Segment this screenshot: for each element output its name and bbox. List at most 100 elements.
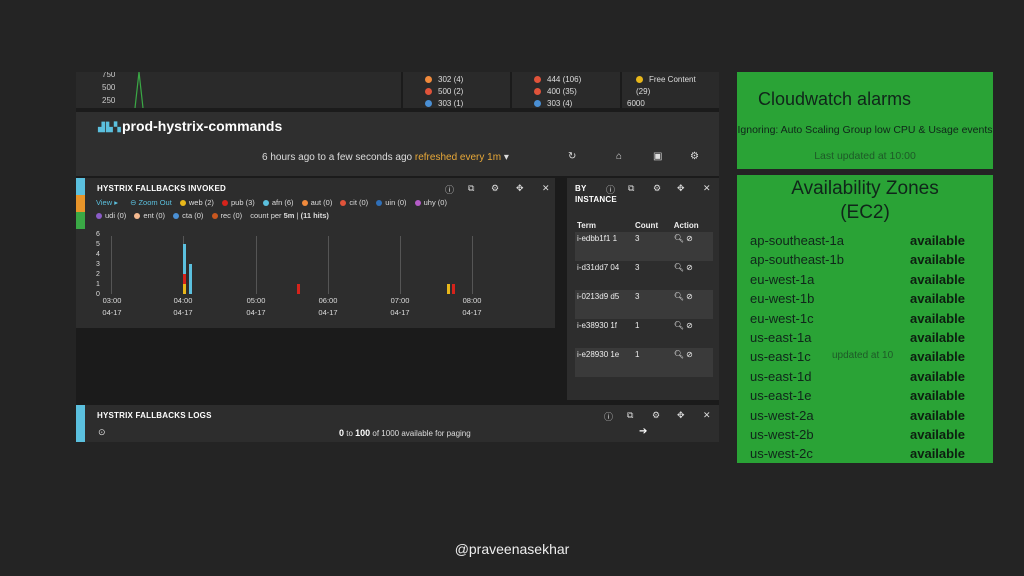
filter-out-icon[interactable]: ⊘ (686, 263, 693, 272)
home-icon[interactable]: ⌂ (616, 151, 622, 162)
hit-count: (11 hits) (300, 211, 329, 220)
move-icon[interactable]: ✥ (516, 183, 524, 194)
info-icon[interactable]: ⓘ (604, 410, 613, 423)
column-header[interactable]: Term (575, 218, 633, 232)
legend-label: uhy (0) (423, 198, 447, 207)
magnify-icon[interactable]: 🔍︎ (674, 350, 684, 359)
zone-name: us-west-2a (750, 408, 814, 423)
legend-item[interactable]: uin (0) (370, 198, 407, 207)
close-icon[interactable]: ✕ (542, 183, 550, 194)
filter-out-icon[interactable]: ⊘ (686, 350, 693, 359)
count-per-interval[interactable]: 5m (284, 211, 295, 220)
count-per-text: count per 5m | (11 hits) (250, 211, 329, 220)
zone-status: available (910, 388, 965, 403)
chart-bar[interactable] (189, 264, 192, 294)
legend-item[interactable]: afn (6) (257, 198, 294, 207)
x-tick-time: 03:00 (102, 296, 122, 305)
gear-icon[interactable]: ⚙ (491, 183, 499, 194)
legend-item[interactable]: rec (0) (206, 211, 242, 220)
legend-dot (425, 76, 432, 84)
save-icon[interactable]: ▣ (653, 151, 662, 162)
y-tick: 1 (96, 281, 100, 288)
legend-dot (222, 200, 228, 207)
legend-value: (29) (636, 87, 651, 96)
y-tick: 250 (102, 96, 116, 105)
chart-bar[interactable] (297, 284, 300, 294)
zone-row: us-west-2a available (750, 408, 986, 423)
legend-item[interactable]: 500 (2) (425, 87, 463, 96)
dashboard-title[interactable]: prod-hystrix-commands (122, 118, 282, 134)
magnify-icon[interactable]: 🔍︎ (674, 234, 684, 243)
y-tick: 5 (96, 241, 100, 248)
x-tick: 05:00 04-17 (236, 296, 276, 317)
zoom-out-link[interactable]: ⊖ Zoom Out (130, 198, 172, 207)
copy-icon[interactable]: ⧉ (468, 183, 474, 194)
count-per-prefix: count per (250, 211, 284, 220)
chart-bar[interactable] (183, 274, 186, 284)
legend-item[interactable]: web (2) (174, 198, 214, 207)
copy-icon[interactable]: ⧉ (628, 183, 634, 194)
chevron-down-icon: ▾ (503, 152, 509, 163)
move-icon[interactable]: ✥ (677, 410, 685, 421)
magnify-icon[interactable]: 🔍︎ (674, 292, 684, 301)
magnify-icon[interactable]: 🔍︎ (674, 263, 684, 272)
legend-item[interactable]: aut (0) (296, 198, 333, 207)
slide: 750 500 250 302 (4) 500 (2) 303 (1) 444 … (0, 0, 1024, 576)
view-link[interactable]: View ▸ (96, 198, 118, 207)
legend-item[interactable]: 302 (4) (425, 75, 463, 84)
arrow-right-icon[interactable]: ➔ (639, 426, 647, 437)
count-cell: 3 (633, 261, 672, 290)
cloudwatch-updated: Last updated at 10:00 (814, 150, 916, 162)
legend-item[interactable]: ent (0) (128, 211, 165, 220)
legend-item[interactable]: 444 (106) (534, 75, 581, 84)
copy-icon[interactable]: ⧉ (627, 410, 633, 421)
column-header[interactable]: Count (633, 218, 672, 232)
info-icon[interactable]: ⓘ (445, 183, 454, 196)
zone-status: available (910, 252, 965, 267)
kibana-screenshot: 750 500 250 302 (4) 500 (2) 303 (1) 444 … (76, 72, 719, 442)
legend-dot (636, 76, 643, 84)
legend-label: aut (0) (310, 198, 333, 207)
close-icon[interactable]: ✕ (703, 410, 711, 421)
legend-item[interactable]: cit (0) (334, 198, 368, 207)
chart-bar[interactable] (452, 284, 455, 294)
legend-label: 302 (4) (438, 75, 464, 84)
legend-item[interactable]: udi (0) (96, 211, 126, 220)
zone-status: available (910, 349, 965, 364)
legend-label: web (2) (188, 198, 214, 207)
zone-row: eu-west-1b available (750, 291, 986, 306)
legend-dot (534, 76, 541, 84)
cloudwatch-card: Cloudwatch alarms Ignoring: Auto Scaling… (737, 72, 993, 169)
time-filter[interactable]: 6 hours ago to a few seconds ago refresh… (262, 152, 509, 163)
legend-item[interactable]: 303 (1) (425, 99, 463, 108)
filter-out-icon[interactable]: ⊘ (686, 292, 693, 301)
y-tick: 6 (96, 231, 100, 238)
expand-icon[interactable]: ⊙ (98, 427, 106, 438)
legend-item[interactable]: Free Content (636, 75, 696, 84)
close-icon[interactable]: ✕ (703, 183, 711, 194)
legend-item[interactable]: uhy (0) (409, 198, 447, 207)
legend-item[interactable]: 400 (35) (534, 87, 577, 96)
zone-row: eu-west-1a available (750, 272, 986, 287)
chart-bar[interactable] (447, 284, 450, 294)
column-header[interactable]: Action (672, 218, 713, 232)
filter-out-icon[interactable]: ⊘ (686, 321, 693, 330)
chart-bar[interactable] (183, 244, 186, 274)
refresh-icon[interactable]: ↻ (568, 151, 576, 162)
legend-item[interactable]: 303 (4) (534, 99, 572, 108)
table-row: i-d31dd7 04 3 🔍︎ ⊘ (575, 261, 713, 290)
legend-dot (414, 200, 421, 207)
info-icon[interactable]: ⓘ (606, 183, 615, 196)
magnify-icon[interactable]: 🔍︎ (674, 321, 684, 330)
legend-item[interactable]: cta (0) (167, 211, 203, 220)
legend-item[interactable]: pub (3) (216, 198, 255, 207)
move-icon[interactable]: ✥ (677, 183, 685, 194)
chart-bar[interactable] (183, 284, 186, 294)
filter-out-icon[interactable]: ⊘ (686, 234, 693, 243)
gear-icon[interactable]: ⚙ (652, 410, 660, 421)
grid-line (256, 236, 257, 294)
gear-icon[interactable]: ⚙ (653, 183, 661, 194)
settings-icon[interactable]: ⚙ (690, 151, 699, 162)
zone-name: us-west-2b (750, 427, 814, 442)
legend-dot (425, 100, 432, 108)
